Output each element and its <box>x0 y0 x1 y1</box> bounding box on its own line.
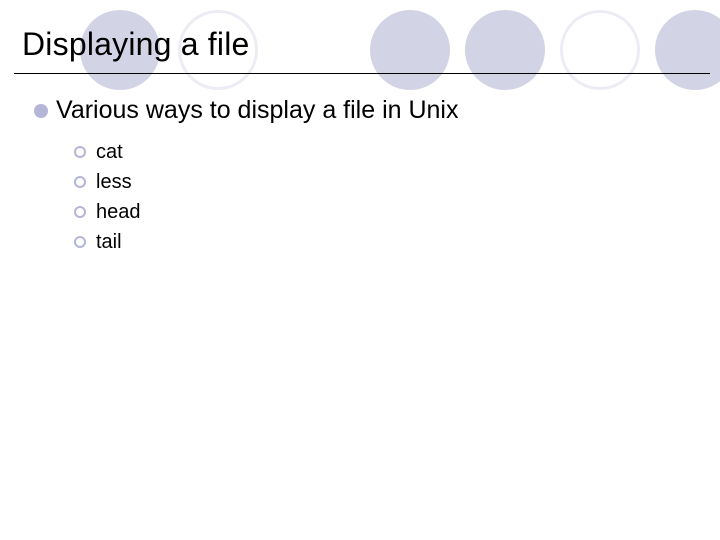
list-item-label: head <box>96 197 141 227</box>
list-item-label: cat <box>96 137 123 167</box>
slide-title: Displaying a file <box>0 0 720 73</box>
bullet-level2: head <box>74 197 720 227</box>
bullet-ring-icon <box>74 236 86 248</box>
list-item-label: tail <box>96 227 122 257</box>
bullet-disc-icon <box>34 104 48 118</box>
bullet-ring-icon <box>74 176 86 188</box>
bullet-ring-icon <box>74 206 86 218</box>
list-item-label: less <box>96 167 132 197</box>
bullet-heading: Various ways to display a file in Unix <box>56 96 459 125</box>
bullet-level2: less <box>74 167 720 197</box>
bullet-level1: Various ways to display a file in Unix <box>34 96 720 125</box>
bullet-level2: tail <box>74 227 720 257</box>
bullet-ring-icon <box>74 146 86 158</box>
bullet-level2: cat <box>74 137 720 167</box>
